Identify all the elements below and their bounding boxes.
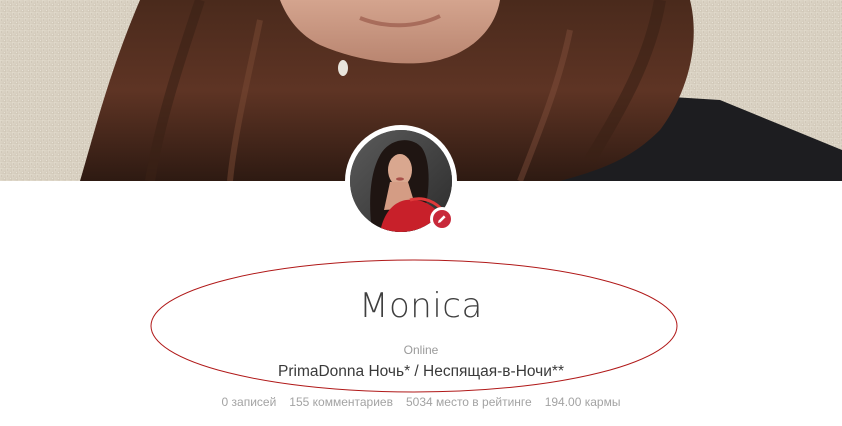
stat-rating[interactable]: 5034 место в рейтинге xyxy=(406,394,532,410)
profile-tagline: PrimaDonna Ночь* / Неспящая-в-Ночи** xyxy=(278,363,564,380)
profile-stats: 0 записей 155 комментариев 5034 место в … xyxy=(0,394,842,410)
online-status: Online xyxy=(403,343,439,357)
stat-posts[interactable]: 0 записей xyxy=(222,394,277,410)
stat-karma[interactable]: 194.00 кармы xyxy=(545,394,621,410)
profile-username: Monica xyxy=(359,286,483,326)
edit-avatar-button[interactable] xyxy=(430,207,454,231)
stat-comments[interactable]: 155 комментариев xyxy=(289,394,393,410)
pencil-icon xyxy=(438,215,446,223)
